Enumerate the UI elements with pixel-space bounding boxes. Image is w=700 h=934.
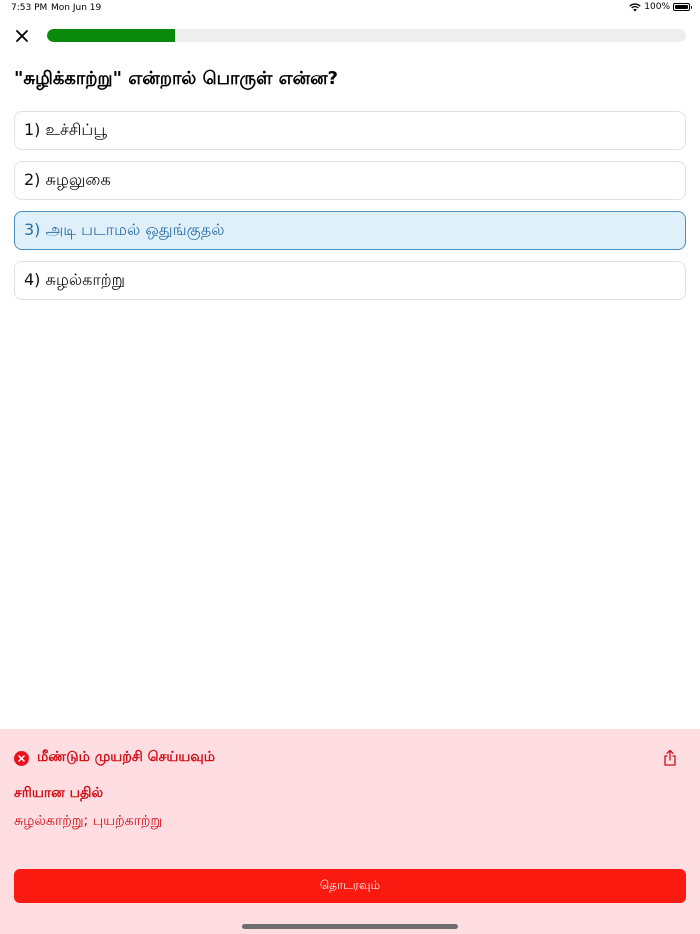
feedback-title: மீண்டும் முயற்சி செய்யவும் (37, 749, 215, 765)
wifi-icon (629, 2, 641, 12)
continue-button[interactable]: தொடரவும் (14, 869, 686, 903)
battery-percent: 100% (644, 2, 670, 12)
option-1[interactable]: 1) உச்சிப்பூ (14, 111, 686, 150)
close-icon (16, 27, 28, 46)
feedback-header: மீண்டும் முயற்சி செய்யவும் (14, 749, 215, 767)
status-time: 7:53 PM (11, 3, 48, 13)
option-label: 3) அடி படாமல் ஒதுங்குதல் (24, 220, 225, 239)
continue-button-label: தொடரவும் (319, 878, 381, 892)
option-2[interactable]: 2) சுழலுகை (14, 161, 686, 200)
home-indicator (242, 924, 458, 929)
option-3[interactable]: 3) அடி படாமல் ஒதுங்குதல் (14, 211, 686, 250)
option-label: 1) உச்சிப்பூ (24, 120, 107, 139)
status-date: Mon Jun 19 (51, 3, 102, 13)
status-bar: 7:53 PM Mon Jun 19 100% (0, 0, 700, 18)
option-label: 4) சுழல்காற்று (24, 270, 125, 289)
close-button[interactable] (12, 26, 32, 46)
option-4[interactable]: 4) சுழல்காற்று (14, 261, 686, 300)
option-label: 2) சுழலுகை (24, 170, 111, 189)
question-text: "சுழிக்காற்று" என்றால் பொருள் என்ன? (14, 68, 338, 89)
correct-answer-label: சரியான பதில் (14, 785, 104, 801)
share-button[interactable] (662, 749, 678, 767)
battery-icon (673, 3, 692, 11)
feedback-panel: மீண்டும் முயற்சி செய்யவும் சரியான பதில் … (0, 729, 700, 934)
share-icon (662, 749, 678, 771)
progress-bar (47, 29, 686, 42)
error-circle-icon (14, 750, 29, 766)
correct-answer-text: சுழல்காற்று; புயற்காற்று (14, 813, 163, 829)
progress-fill (47, 29, 175, 42)
status-indicators: 100% (629, 2, 692, 12)
